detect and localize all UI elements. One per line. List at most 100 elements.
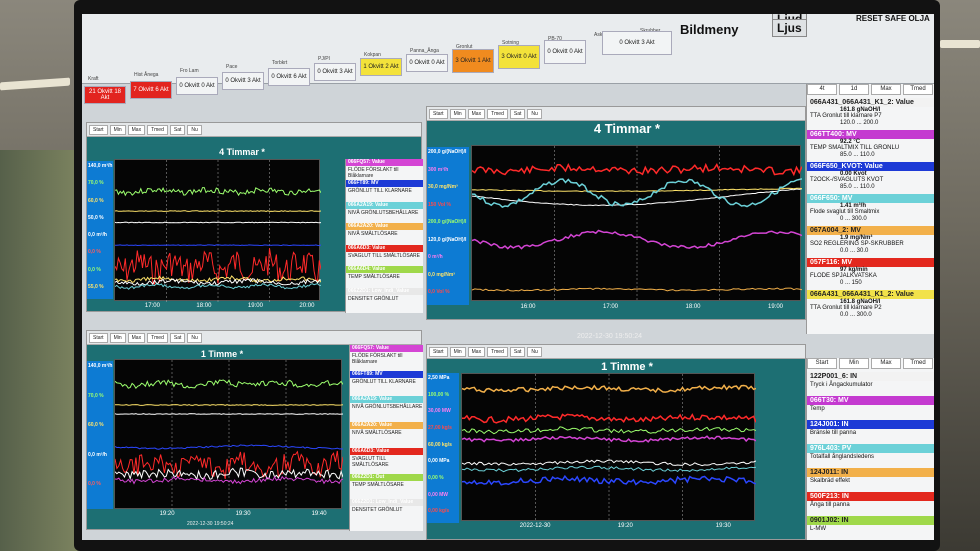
toolbar-button[interactable]: Sat xyxy=(509,108,526,119)
legend-tag[interactable]: 066FQ57: Value xyxy=(346,159,423,166)
legend-tag[interactable]: 066T30: MV xyxy=(807,396,934,405)
trend-lines xyxy=(114,360,344,510)
legend-tag[interactable]: 124J001: IN xyxy=(807,420,934,429)
trend-lines xyxy=(471,146,803,302)
toolbar-button[interactable]: Tmed xyxy=(487,346,508,357)
toolbar-button[interactable]: Tmed xyxy=(147,332,168,343)
toolbar-button[interactable]: Max xyxy=(127,124,146,135)
toolbar-button[interactable]: Max xyxy=(127,332,146,343)
time-axis-label: 19:20 xyxy=(617,523,633,529)
toolbar-button[interactable]: Max xyxy=(467,346,486,357)
legend-tag[interactable]: 066A6D3: Value xyxy=(350,447,423,455)
alarm-status-button[interactable]: 0 Okvitt 0 Akt xyxy=(406,53,448,72)
alarm-topbar: Bildmeny Ljud Ljus RESET SAFE OLJA Kraft… xyxy=(82,14,934,104)
toolbar-button[interactable]: Nu xyxy=(527,108,542,119)
alarm-status-button[interactable]: 21 Okvitt 18 Akt xyxy=(84,86,126,104)
trend-panel-top-left: Start Min Max Tmed Sat Nu 4 Timmar * 140,0 m³… xyxy=(86,122,423,313)
legend-description: FLÖDE FÖRSLAKT till Blåklarnare xyxy=(348,167,399,179)
legend-tag[interactable]: 066FT89: MV xyxy=(350,370,423,378)
toolbar-button[interactable]: Nu xyxy=(527,346,542,357)
legend-tag[interactable]: 066Z2D1: Low_Indi_Value xyxy=(350,499,423,507)
range-button[interactable]: 4t xyxy=(807,84,837,95)
trend-plot xyxy=(114,359,344,510)
legend-tag[interactable]: 066FQ57: Value xyxy=(350,345,423,352)
alarm-status-button[interactable]: 3 Okvitt 0 Akt xyxy=(498,44,540,69)
legend-description: TTA Gronlut till klarnare P2 xyxy=(810,305,882,311)
legend-tag[interactable]: 066Z2D1: Out xyxy=(350,473,423,481)
legend-description: SVAGLUT TILL SMÄLTLÖSARE xyxy=(348,252,420,259)
toolbar-button[interactable]: Start xyxy=(429,108,448,119)
toolbar-button[interactable]: Nu xyxy=(187,332,202,343)
alarm-status-button[interactable]: 0 Okvitt 3 Akt xyxy=(222,72,264,91)
toolbar-button[interactable]: Sat xyxy=(509,346,526,357)
range-button[interactable]: Tmed xyxy=(903,84,933,95)
time-axis-label: 19:40 xyxy=(311,511,327,517)
alarm-status-button[interactable]: 0 Okvitt 0 Akt xyxy=(176,76,218,95)
legend-tag[interactable]: 066A2A19: Value xyxy=(350,396,423,404)
y-axis-label: 0,0 % xyxy=(88,266,101,273)
legend-tag[interactable]: 067A004_2: MV xyxy=(807,226,934,235)
panel-title: 1 Timme * xyxy=(200,349,244,359)
legend-tag[interactable]: 500F213: IN xyxy=(807,492,934,501)
legend-tag[interactable]: 976L403: PV xyxy=(807,444,934,453)
legend-tag[interactable]: 066A2A20: Value xyxy=(350,422,423,430)
alarm-status-button[interactable]: 3 Okvitt 1 Akt xyxy=(452,49,494,74)
ljus-button[interactable]: Ljus xyxy=(772,19,807,37)
reset-safe-olja-button[interactable]: RESET SAFE OLJA xyxy=(856,14,930,23)
range-button[interactable]: Start xyxy=(807,358,837,369)
alarm-status-button[interactable]: 0 Okvitt 6 Akt xyxy=(268,67,310,86)
legend-description: Ånga till panna xyxy=(810,502,850,508)
toolbar-button[interactable]: Min xyxy=(109,124,126,135)
legend-tag[interactable]: 057F116: MV xyxy=(807,258,934,267)
toolbar-button[interactable]: Nu xyxy=(187,124,202,135)
alarm-group-name: Torbkrt xyxy=(272,60,288,66)
legend-tag[interactable]: 066Z2D1: Low_Indi_Value xyxy=(346,287,423,295)
toolbar-button[interactable]: Tmed xyxy=(487,108,508,119)
time-axis-label: 17:00 xyxy=(603,304,619,310)
alarm-status-button[interactable]: 7 Okvitt 6 Akt xyxy=(130,81,172,100)
range-button[interactable]: Max xyxy=(871,84,901,95)
legend-tag[interactable]: 066F650_KVOT: Value xyxy=(807,162,934,171)
toolbar-button[interactable]: Start xyxy=(89,332,108,343)
legend-tag[interactable]: 066A2A20: Value xyxy=(346,223,423,231)
alarm-group-name: Kokpan xyxy=(364,52,381,58)
legend-tag[interactable]: 066FT89: MV xyxy=(346,180,423,188)
legend-tag[interactable]: 0901J02: IN xyxy=(807,516,934,525)
toolbar-button[interactable]: Min xyxy=(109,332,126,343)
legend-tag[interactable]: 066A431_066A431_K1_2: Value xyxy=(807,98,934,107)
legend-tag[interactable]: 066A2A19: Value xyxy=(346,201,423,209)
toolbar-button[interactable]: Sat xyxy=(169,124,186,135)
legend-description: Temp xyxy=(810,406,825,412)
alarm-status-button[interactable]: 1 Okvitt 2 Akt xyxy=(360,58,402,77)
trend-legend-large: StartMinMaxTmed4t1d066A431_066A431_K1_2:… xyxy=(806,84,934,334)
legend-tag[interactable]: 066A431_066A431_K1_2: Value xyxy=(807,290,934,299)
legend-tag[interactable]: 124J011: IN xyxy=(807,468,934,477)
legend-tag[interactable]: 122P001_6: IN xyxy=(807,372,934,381)
range-button[interactable]: Tmed xyxy=(903,358,933,369)
legend-description: TTA Gronlut till klarnare P7 xyxy=(810,113,882,119)
range-button[interactable]: Min xyxy=(839,358,869,369)
trend-timestamp: 2022-12-30 19:50:24 xyxy=(577,333,642,340)
range-button[interactable]: 1d xyxy=(839,84,869,95)
y-axis-label: 0,0 % xyxy=(88,481,101,488)
y-axis-label: 0,0 mg/Nm³ xyxy=(428,271,455,278)
toolbar-button[interactable]: Max xyxy=(467,108,486,119)
time-axis-label: 19:30 xyxy=(715,523,731,529)
legend-tag[interactable]: 066A6D4: Value xyxy=(346,266,423,274)
range-button[interactable]: Max xyxy=(871,358,901,369)
toolbar-button[interactable]: Tmed xyxy=(147,124,168,135)
bildmeny-button[interactable]: Bildmeny xyxy=(680,22,739,37)
toolbar-button[interactable]: Min xyxy=(449,346,466,357)
legend-range: 0 ... 300.0 xyxy=(840,216,867,222)
alarm-status-button[interactable]: 0 Okvitt 3 Akt xyxy=(602,30,672,55)
legend-description: GRÖNLUT TILL KLARNARE xyxy=(352,378,416,385)
alarm-status-button[interactable]: 0 Okvitt 0 Akt xyxy=(544,40,586,64)
toolbar-button[interactable]: Start xyxy=(89,124,108,135)
toolbar-button[interactable]: Sat xyxy=(169,332,186,343)
legend-tag[interactable]: 066TT400: MV xyxy=(807,130,934,139)
alarm-status-button[interactable]: 0 Okvitt 3 Akt xyxy=(314,63,356,81)
legend-tag[interactable]: 066A6D3: Value xyxy=(346,244,423,252)
toolbar-button[interactable]: Min xyxy=(449,108,466,119)
toolbar-button[interactable]: Start xyxy=(429,346,448,357)
legend-tag[interactable]: 066F650: MV xyxy=(807,194,934,203)
